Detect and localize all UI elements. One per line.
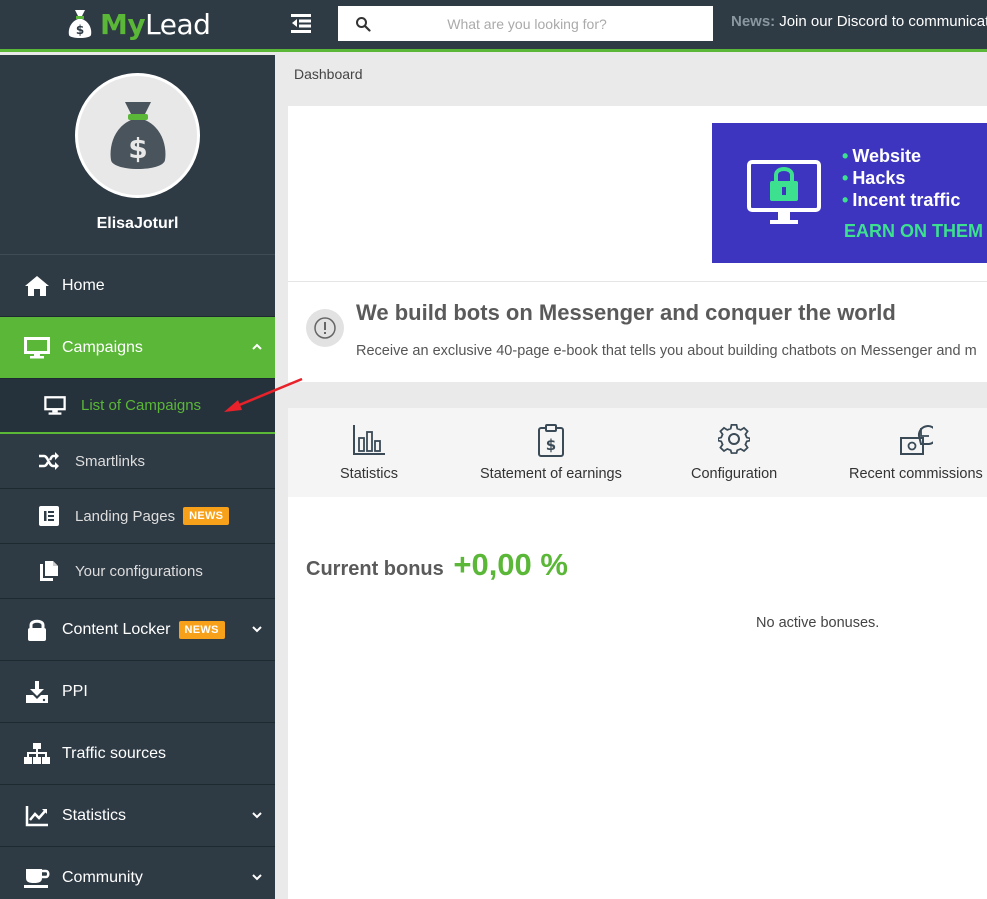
tool-configuration[interactable]: Configuration (691, 422, 777, 482)
sidebar-item-label: Campaigns (62, 338, 143, 356)
ad-bullet: Incent traffic (852, 190, 961, 210)
promo-card: • Website • Hacks • Incent traffic EARN ON … (288, 106, 987, 382)
tool-label: Statement of earnings (480, 466, 622, 482)
files-icon (38, 560, 60, 582)
sidebar-subitem-label: Smartlinks (75, 452, 146, 470)
search-input[interactable] (371, 6, 713, 41)
bonus-heading: Current bonus +0,00 % (306, 547, 568, 583)
bar-chart-icon (351, 422, 387, 458)
sidebar-item-content-locker[interactable]: Content Locker NEWS (0, 599, 275, 661)
monitor-icon (44, 395, 66, 417)
tool-statement-of-earnings[interactable]: $ Statement of earnings (480, 422, 622, 482)
search-bar (338, 6, 713, 41)
avatar[interactable]: $ (75, 73, 200, 198)
sidebar-item-statistics[interactable]: Statistics (0, 785, 275, 847)
sidebar-subitem-label: Landing Pages (75, 507, 176, 525)
sidebar-subitem-landing-pages[interactable]: Landing Pages NEWS (0, 489, 275, 544)
tool-label: Recent commissions (849, 466, 983, 482)
news-badge: NEWS (178, 620, 225, 639)
sidebar-subitem-label: Your configurations (75, 562, 203, 580)
home-icon (24, 275, 50, 297)
sidebar-item-label: Content Locker (62, 620, 171, 638)
sidebar-item-home[interactable]: Home (0, 255, 275, 317)
chevron-down-icon (252, 874, 262, 881)
ad-banner[interactable]: • Website • Hacks • Incent traffic EARN ON … (712, 123, 987, 263)
lock-icon (24, 619, 50, 641)
tool-label: Configuration (691, 466, 778, 482)
elementor-icon (38, 505, 60, 527)
logo-text-my: My (100, 7, 146, 41)
gear-icon (716, 422, 752, 458)
sidebar-item-label: Statistics (62, 806, 127, 824)
news-ticker[interactable]: News: Join our Discord to communicat (731, 13, 987, 30)
divider (288, 281, 987, 282)
sidebar-item-community[interactable]: Community (0, 847, 275, 899)
sidebar-item-ppi[interactable]: PPI (0, 661, 275, 723)
download-icon (24, 680, 50, 703)
ad-bullet: Hacks (852, 168, 906, 188)
top-bar: $ MyLead News:Join our Discord to commun… (0, 0, 987, 52)
main-content: Dashboard • Website • Hacks • Incent traffi… (275, 55, 987, 899)
collapse-menu-icon[interactable] (289, 11, 313, 35)
tool-label: Statistics (340, 466, 399, 482)
tool-recent-commissions[interactable]: Recent commissions (849, 422, 983, 482)
sidebar-subitem-label: List of Campaigns (81, 397, 202, 414)
quick-tools-bar: Statistics $ Statement of earnings Confi… (288, 408, 987, 497)
sidebar-item-campaigns[interactable]: Campaigns (0, 317, 275, 379)
bonus-value: +0,00 % (453, 547, 568, 582)
money-chart-icon (898, 422, 934, 458)
sidebar-item-label: Home (62, 276, 105, 294)
promo-text: Receive an exclusive 40-page e-book that… (356, 343, 977, 359)
promo-title[interactable]: We build bots on Messenger and conquer t… (356, 300, 896, 326)
news-badge: NEWS (183, 507, 230, 525)
chevron-down-icon (252, 812, 262, 819)
ad-cta: EARN ON THEM I (844, 221, 987, 241)
sitemap-icon (24, 742, 50, 765)
username[interactable]: ElisaJoturl (0, 215, 275, 233)
sidebar-subitem-list-of-campaigns[interactable]: List of Campaigns (0, 379, 275, 434)
bonus-label: Current bonus (306, 558, 444, 580)
mylead-logo[interactable]: $ MyLead (66, 4, 211, 44)
shuffle-icon (38, 450, 60, 472)
chart-line-icon (24, 805, 50, 827)
tool-statistics[interactable]: Statistics (340, 422, 398, 482)
sidebar-item-label: PPI (62, 682, 88, 700)
money-bag-icon: $ (68, 10, 92, 38)
ad-bullet: Website (852, 146, 921, 166)
money-bag-icon: $ (110, 101, 165, 169)
svg-text:$: $ (76, 23, 84, 37)
sidebar: $ ElisaJoturl Home Campaigns List of Cam… (0, 55, 275, 899)
ad-bullet-list: • Website • Hacks • Incent traffic (842, 146, 961, 210)
breadcrumb[interactable]: Dashboard (294, 66, 363, 82)
sidebar-item-traffic-sources[interactable]: Traffic sources (0, 723, 275, 785)
clipboard-dollar-icon: $ (533, 422, 569, 458)
monitor-icon (24, 336, 50, 359)
bonus-card: Current bonus +0,00 % No active bonuses. (288, 497, 987, 899)
search-icon[interactable] (355, 16, 371, 32)
svg-text:$: $ (546, 436, 556, 454)
svg-text:$: $ (128, 132, 147, 165)
alert-info-icon (306, 309, 344, 347)
coffee-icon (24, 867, 50, 889)
chevron-down-icon (252, 626, 262, 633)
locked-monitor-icon (747, 160, 821, 224)
logo-text-lead: Lead (145, 7, 211, 41)
sidebar-subitem-smartlinks[interactable]: Smartlinks (0, 434, 275, 489)
chevron-up-icon (252, 343, 262, 350)
user-profile: $ ElisaJoturl (0, 55, 275, 255)
news-text: Join our Discord to communicat (779, 13, 987, 30)
sidebar-subitem-your-configurations[interactable]: Your configurations (0, 544, 275, 599)
sidebar-item-label: Traffic sources (62, 744, 167, 762)
sidebar-item-label: Community (62, 868, 143, 886)
no-bonus-message: No active bonuses. (756, 615, 880, 631)
news-label: News: (731, 13, 776, 30)
